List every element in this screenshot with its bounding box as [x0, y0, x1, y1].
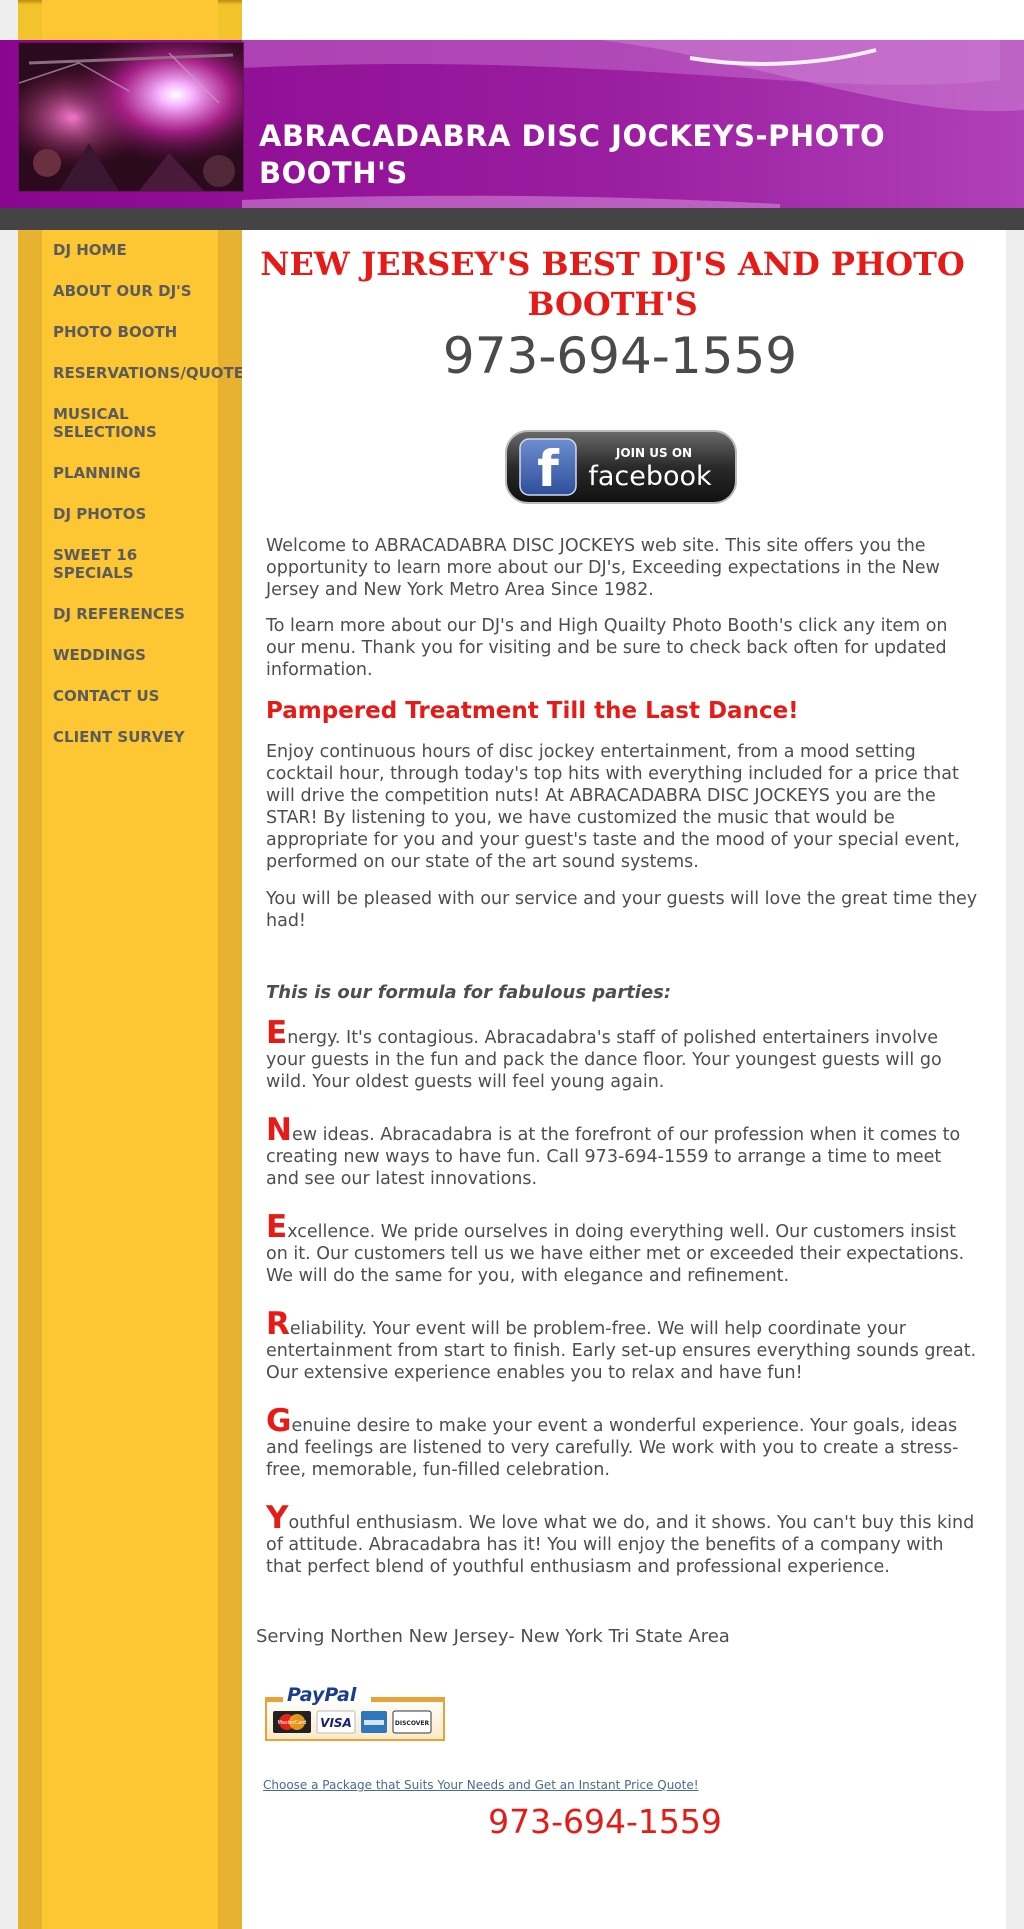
site-title: ABRACADABRA DISC JOCKEYS-PHOTO BOOTH'S — [259, 119, 886, 190]
facebook-wordmark: facebook — [588, 461, 712, 492]
svg-text:MasterCard: MasterCard — [278, 1720, 307, 1726]
sidebar-item-photo-booth[interactable]: PHOTO BOOTH — [53, 320, 253, 344]
drop-cap: E — [266, 1015, 288, 1051]
formula-text: enuine desire to make your event a wonde… — [266, 1416, 959, 1480]
discover-icon: DISCOVER — [392, 1710, 432, 1734]
header-dj-photo — [18, 42, 244, 192]
intro-paragraph: To learn more about our DJ's and High Qu… — [266, 616, 948, 680]
drop-cap: Y — [266, 1500, 289, 1536]
drop-cap: G — [266, 1403, 292, 1439]
sidebar-item-contact-us[interactable]: CONTACT US — [53, 684, 253, 708]
sidebar-item-planning[interactable]: PLANNING — [53, 461, 253, 485]
drop-cap: E — [266, 1209, 288, 1245]
formula-text: xcellence. We pride ourselves in doing e… — [266, 1222, 965, 1286]
formula-item: Youthful enthusiasm. We love what we do,… — [266, 1503, 978, 1578]
sidebar-item-about-our-djs[interactable]: ABOUT OUR DJ'S — [53, 279, 253, 303]
formula-item: New ideas. Abracadabra is at the forefro… — [266, 1115, 978, 1190]
formula-item: Energy. It's contagious. Abracadabra's s… — [266, 1018, 978, 1093]
sidebar-item-sweet-16-specials[interactable]: SWEET 16 SPECIALS — [53, 543, 163, 585]
sidebar-item-dj-references[interactable]: DJ REFERENCES — [53, 602, 253, 626]
paypal-badge: PayPal MasterCard VISA DISCOVER — [265, 1680, 445, 1742]
drop-cap: R — [266, 1306, 290, 1342]
mastercard-icon: MasterCard — [273, 1711, 311, 1733]
visa-icon: VISA — [316, 1710, 356, 1734]
top-sidebar-cap — [18, 0, 242, 40]
drop-cap: N — [266, 1112, 292, 1148]
svg-text:VISA: VISA — [320, 1716, 352, 1730]
body-paragraph: Enjoy continuous hours of disc jockey en… — [266, 742, 960, 872]
facebook-logo-letter: f — [537, 440, 560, 498]
facebook-join-text: JOIN US ON — [615, 446, 692, 460]
facebook-join-button[interactable]: f JOIN US ON facebook — [504, 429, 738, 505]
sidebar-nav: DJ HOME ABOUT OUR DJ'S PHOTO BOOTH RESER… — [53, 238, 253, 749]
service-area-text: Serving Northen New Jersey- New York Tri… — [256, 1626, 730, 1647]
svg-text:DISCOVER: DISCOVER — [395, 1720, 430, 1727]
body-paragraph: You will be pleased with our service and… — [266, 889, 978, 931]
header-divider-bar — [0, 208, 1024, 230]
sidebar-item-reservations-quote[interactable]: RESERVATIONS/QUOTE — [53, 361, 253, 385]
formula-title: This is our formula for fabulous parties… — [266, 982, 672, 1003]
intro-paragraph: Welcome to ABRACADABRA DISC JOCKEYS web … — [266, 536, 940, 600]
formula-item: Genuine desire to make your event a wond… — [266, 1406, 978, 1481]
phone-number-large: 973-694-1559 — [442, 327, 798, 385]
top-white-strip — [242, 0, 1024, 40]
formula-text: outhful enthusiasm. We love what we do, … — [266, 1513, 975, 1577]
instant-quote-link[interactable]: Choose a Package that Suits Your Needs a… — [263, 1778, 699, 1792]
sidebar-item-dj-photos[interactable]: DJ PHOTOS — [53, 502, 253, 526]
page-heading: NEW JERSEY'S BEST DJ'S AND PHOTO BOOTH'S — [260, 245, 965, 323]
formula-item: Reliability. Your event will be problem-… — [266, 1309, 978, 1384]
sub-heading: Pampered Treatment Till the Last Dance! — [266, 698, 799, 724]
formula-item: Excellence. We pride ourselves in doing … — [266, 1212, 978, 1287]
paypal-logo: PayPal — [287, 1684, 357, 1706]
sidebar-item-weddings[interactable]: WEDDINGS — [53, 643, 253, 667]
sidebar-item-client-survey[interactable]: CLIENT SURVEY — [53, 725, 253, 749]
american-express-icon — [361, 1711, 387, 1733]
formula-text: eliability. Your event will be problem-f… — [266, 1319, 977, 1383]
formula-text: ew ideas. Abracadabra is at the forefron… — [266, 1125, 961, 1189]
sidebar-item-musical-selections[interactable]: MUSICAL SELECTIONS — [53, 402, 183, 444]
sidebar-item-dj-home[interactable]: DJ HOME — [53, 238, 253, 262]
formula-text: nergy. It's contagious. Abracadabra's st… — [266, 1028, 942, 1092]
phone-number-footer: 973-694-1559 — [488, 1802, 722, 1841]
